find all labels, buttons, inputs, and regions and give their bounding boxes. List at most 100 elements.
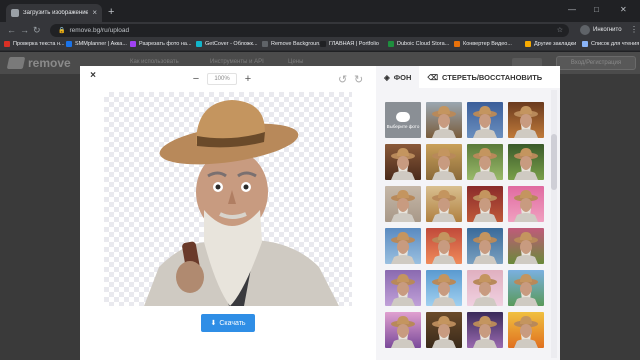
download-label: Скачать — [219, 319, 246, 327]
url-text: remove.bg/ru/upload — [69, 27, 130, 34]
background-tile[interactable] — [426, 228, 462, 264]
tab-background-label: ФОН — [393, 72, 412, 82]
bookmark-label: Разрезать фото на... — [139, 41, 192, 47]
window-close-icon[interactable]: ✕ — [620, 5, 627, 15]
tile-subject-thumb — [514, 274, 538, 306]
redo-icon[interactable]: ↻ — [354, 73, 363, 86]
tile-subject-thumb — [432, 190, 456, 222]
bookmark-label: SMMplanner | Акка... — [75, 41, 127, 47]
tab-background[interactable]: ◈ ФОН — [376, 66, 420, 88]
background-tile[interactable] — [385, 270, 421, 306]
background-grid: Выберите фото — [385, 102, 544, 348]
login-button[interactable]: Вход/Регистрация — [556, 56, 636, 70]
address-bar[interactable]: 🔒 remove.bg/ru/upload ☆ — [50, 24, 569, 37]
nav-pricing[interactable]: Цены — [288, 59, 303, 65]
upload-photo-tile[interactable]: Выберите фото — [385, 102, 421, 138]
tile-subject-thumb — [391, 148, 415, 180]
logo-mark-icon — [6, 57, 26, 69]
background-tile[interactable] — [508, 312, 544, 348]
tile-subject-thumb — [432, 232, 456, 264]
tab-favicon-icon — [11, 9, 19, 17]
web-page: remove Как использовать Инструменты и AP… — [0, 52, 640, 360]
eraser-icon: ⌫ — [427, 72, 439, 82]
incognito-profile[interactable]: Инкогнито — [580, 25, 622, 35]
bookmark-item[interactable]: Разрезать фото на... — [130, 41, 192, 47]
background-tile[interactable] — [467, 312, 503, 348]
tile-subject-thumb — [514, 106, 538, 138]
new-tab-icon[interactable]: + — [108, 7, 114, 18]
background-tile[interactable] — [508, 102, 544, 138]
bookmark-item[interactable]: ГЛАВНАЯ | Portfolio — [320, 41, 379, 47]
tile-subject-thumb — [473, 148, 497, 180]
tile-subject-thumb — [473, 190, 497, 222]
tile-subject-thumb — [514, 232, 538, 264]
bookmark-item[interactable]: SMMplanner | Акка... — [66, 41, 127, 47]
background-tile[interactable] — [385, 228, 421, 264]
bookmark-label: Duboic Cloud Stora... — [397, 41, 450, 47]
download-button[interactable]: ⬇ Скачать — [201, 314, 255, 332]
background-tile[interactable] — [467, 228, 503, 264]
browser-menu-icon[interactable]: ⋮ — [630, 25, 638, 34]
forward-icon[interactable]: → — [20, 25, 29, 35]
browser-tab[interactable]: Загрузить изображение. - remo × — [6, 4, 102, 22]
tile-subject-thumb — [391, 190, 415, 222]
bookmark-item[interactable]: Другие закладки — [525, 41, 576, 47]
background-tile[interactable] — [508, 270, 544, 306]
maximize-icon[interactable]: □ — [594, 5, 599, 15]
editor-modal: − 100% + ↺ ↻ ⬇ Скачать ◈ ФОН ⌫ СТЕРЕТЬ/В… — [80, 66, 560, 360]
reload-icon[interactable]: ↻ — [33, 25, 41, 35]
panel-scroll-thumb[interactable] — [551, 134, 557, 190]
undo-icon[interactable]: ↺ — [338, 73, 347, 86]
bookmark-item[interactable]: Duboic Cloud Stora... — [388, 41, 449, 47]
bookmark-item[interactable]: Список для чтения — [582, 41, 639, 47]
bookmark-star-icon[interactable]: ☆ — [557, 26, 563, 34]
zoom-out-button[interactable]: − — [189, 72, 203, 86]
bookmark-favicon-icon — [4, 41, 10, 47]
background-tile[interactable] — [467, 186, 503, 222]
tile-subject-thumb — [391, 232, 415, 264]
tab-close-icon[interactable]: × — [92, 9, 97, 17]
tile-subject-thumb — [391, 316, 415, 348]
bookmark-item[interactable]: Remove Backgroun... — [262, 41, 324, 47]
download-icon: ⬇ — [210, 320, 217, 327]
preview-pane: − 100% + ↺ ↻ ⬇ Скачать — [80, 66, 372, 360]
panel-scrollbar[interactable] — [551, 90, 557, 358]
nav-how-to[interactable]: Как использовать — [130, 59, 179, 65]
tile-subject-thumb — [432, 274, 456, 306]
bookmark-label: Конвертер Видео... — [463, 41, 512, 47]
bookmark-favicon-icon — [525, 41, 531, 47]
profile-label: Инкогнито — [593, 27, 622, 33]
background-tile[interactable] — [385, 144, 421, 180]
left-pupil — [215, 184, 221, 190]
nav-tools-api[interactable]: Инструменты и API — [210, 59, 264, 65]
background-tile[interactable] — [508, 186, 544, 222]
background-tile[interactable] — [467, 270, 503, 306]
zoom-in-button[interactable]: + — [241, 72, 255, 86]
zoom-controls: − 100% + — [189, 72, 255, 86]
background-tile[interactable] — [508, 144, 544, 180]
background-tile[interactable] — [385, 312, 421, 348]
background-tile[interactable] — [426, 102, 462, 138]
background-tile[interactable] — [508, 228, 544, 264]
background-tile[interactable] — [426, 312, 462, 348]
image-canvas[interactable] — [104, 92, 352, 306]
background-tile[interactable] — [426, 186, 462, 222]
bookmark-item[interactable]: Проверка текста н... — [4, 41, 65, 47]
tile-subject-thumb — [514, 148, 538, 180]
minimize-icon[interactable]: — — [568, 5, 576, 15]
background-tile[interactable] — [426, 270, 462, 306]
bookmark-item[interactable]: GetCover - Обложк... — [196, 41, 258, 47]
bookmark-item[interactable]: Конвертер Видео... — [454, 41, 512, 47]
tab-erase-restore[interactable]: ⌫ СТЕРЕТЬ/ВОССТАНОВИТЬ — [419, 66, 550, 88]
background-tile[interactable] — [426, 144, 462, 180]
bookmark-favicon-icon — [66, 41, 72, 47]
back-icon[interactable]: ← — [7, 25, 16, 35]
bookmark-label: Проверка текста н... — [13, 41, 65, 47]
close-editor-button[interactable]: × — [86, 69, 100, 83]
background-tile[interactable] — [467, 144, 503, 180]
background-tile[interactable] — [385, 186, 421, 222]
background-tile[interactable] — [467, 102, 503, 138]
site-logo[interactable]: remove — [6, 56, 71, 70]
zoom-value: 100% — [207, 73, 237, 85]
bookmark-favicon-icon — [262, 41, 268, 47]
